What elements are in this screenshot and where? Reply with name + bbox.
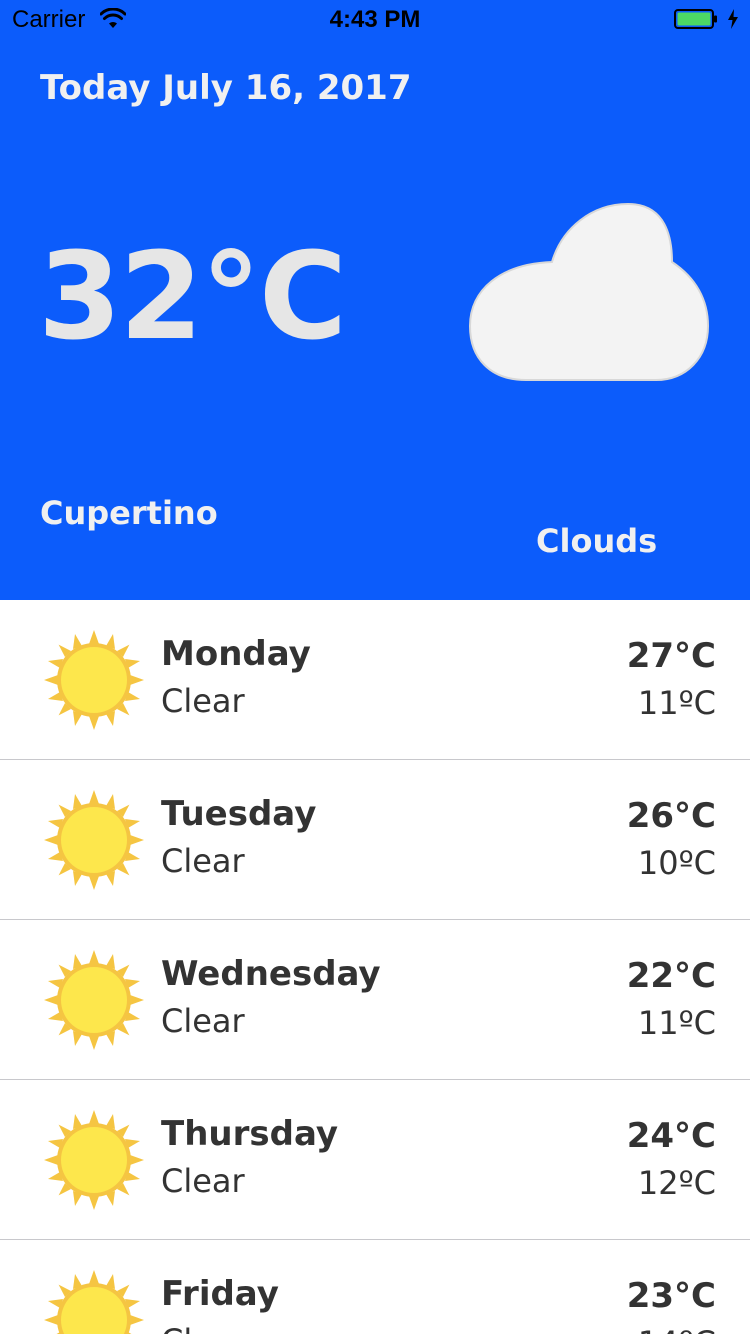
forecast-day: Tuesday [161, 794, 317, 834]
forecast-row[interactable]: Monday Clear 27°C 11ºC [0, 600, 750, 760]
forecast-row[interactable]: Wednesday Clear 22°C 11ºC [0, 920, 750, 1080]
forecast-row[interactable]: Friday Clear 23°C 14ºC [0, 1240, 750, 1334]
current-condition: Clouds [536, 522, 658, 560]
forecast-low-temp: 14ºC [638, 1324, 716, 1334]
forecast-day: Monday [161, 634, 311, 674]
forecast-high-temp: 23°C [626, 1276, 716, 1316]
current-date: Today July 16, 2017 [40, 68, 412, 108]
forecast-row[interactable]: Tuesday Clear 26°C 10ºC [0, 760, 750, 920]
forecast-high-temp: 27°C [626, 636, 716, 676]
current-weather-panel: Carrier 4:43 PM Today July 16, 2017 32°C… [0, 0, 750, 600]
battery-icon [674, 9, 717, 29]
forecast-day: Wednesday [161, 954, 381, 994]
forecast-row[interactable]: Thursday Clear 24°C 12ºC [0, 1080, 750, 1240]
charging-bolt-icon [728, 9, 738, 29]
forecast-low-temp: 12ºC [637, 1164, 716, 1202]
forecast-day: Friday [161, 1274, 279, 1314]
status-bar: Carrier 4:43 PM [0, 0, 750, 40]
forecast-high-temp: 26°C [626, 796, 716, 836]
cloud-icon [468, 202, 710, 381]
forecast-high-temp: 24°C [626, 1116, 716, 1156]
sun-icon [44, 950, 144, 1050]
sun-icon [44, 1270, 144, 1334]
forecast-condition: Clear [161, 1002, 245, 1040]
sun-icon [44, 630, 144, 730]
sun-icon [44, 1110, 144, 1210]
sun-icon [44, 790, 144, 890]
forecast-condition: Clear [161, 682, 245, 720]
forecast-low-temp: 11ºC [637, 684, 716, 722]
status-time: 4:43 PM [329, 6, 421, 33]
current-temperature: 32°C [38, 228, 347, 367]
forecast-low-temp: 11ºC [637, 1004, 716, 1042]
weather-screen: Carrier 4:43 PM Today July 16, 2017 32°C… [0, 0, 750, 1334]
forecast-list[interactable]: Monday Clear 27°C 11ºC Tuesday Clear 26°… [0, 600, 750, 1334]
forecast-condition: Clear [161, 1162, 245, 1200]
forecast-condition: Clear [161, 1322, 245, 1334]
forecast-day: Thursday [161, 1114, 339, 1154]
forecast-high-temp: 22°C [626, 956, 716, 996]
city-name: Cupertino [40, 494, 218, 532]
forecast-condition: Clear [161, 842, 245, 880]
forecast-low-temp: 10ºC [637, 844, 716, 882]
